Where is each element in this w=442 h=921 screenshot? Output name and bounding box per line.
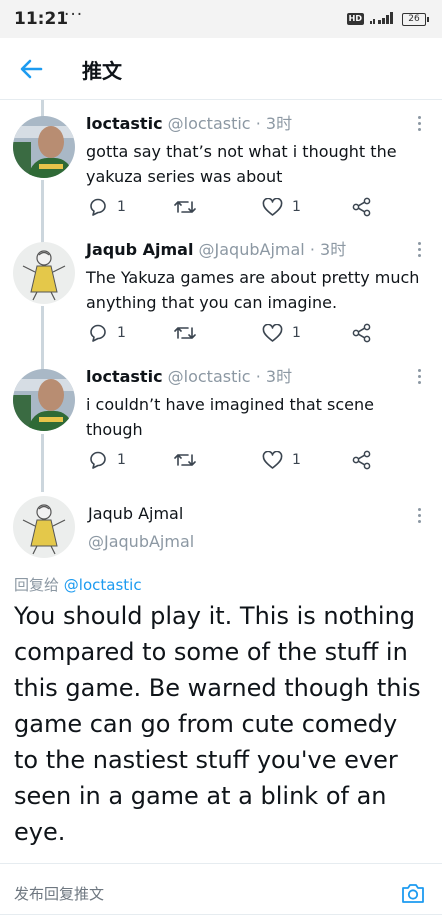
author-handle: @loctastic bbox=[167, 367, 251, 386]
share-button[interactable] bbox=[352, 322, 372, 344]
tweet-actions: 1 1 bbox=[86, 322, 386, 344]
status-time: 11:21 bbox=[14, 9, 69, 29]
thread-tweet[interactable]: loctastic @loctastic · 3时 gotta say that… bbox=[0, 114, 442, 224]
more-options-button[interactable] bbox=[416, 242, 424, 260]
heart-icon bbox=[262, 323, 283, 342]
retweet-icon bbox=[174, 327, 196, 339]
author-name[interactable]: Jaqub Ajmal bbox=[86, 240, 193, 259]
avatar-loctastic[interactable] bbox=[13, 116, 75, 178]
more-vertical-icon bbox=[416, 242, 424, 257]
author-name[interactable]: loctastic bbox=[86, 367, 163, 386]
reply-count: 1 bbox=[117, 199, 126, 215]
replying-to-prefix: 回复给 bbox=[14, 576, 60, 594]
tweet-actions: 1 1 bbox=[86, 449, 386, 471]
status-more-dots: ··· bbox=[64, 5, 84, 25]
separator-dot: · bbox=[309, 240, 315, 259]
mention-link[interactable]: @loctastic bbox=[64, 576, 142, 594]
battery-icon: 26 bbox=[402, 12, 429, 26]
signal-icon bbox=[370, 11, 396, 27]
reply-count: 1 bbox=[117, 325, 126, 341]
tweet-text: The Yakuza games are about pretty much a… bbox=[86, 268, 420, 312]
top-app-bar: 推文 bbox=[0, 38, 442, 100]
hd-icon: HD bbox=[346, 13, 364, 25]
divider bbox=[0, 914, 442, 915]
reply-button[interactable]: 1 bbox=[88, 322, 126, 344]
more-vertical-icon bbox=[416, 508, 424, 523]
share-icon bbox=[352, 197, 371, 217]
tweet-text: i couldn’t have imagined that scene thou… bbox=[86, 395, 374, 439]
author-handle: @loctastic bbox=[167, 114, 251, 133]
like-button[interactable]: 1 bbox=[262, 449, 301, 471]
more-vertical-icon bbox=[416, 116, 424, 131]
reply-composer-bar: 发布回复推文 bbox=[0, 863, 442, 921]
reply-icon bbox=[90, 324, 106, 342]
share-icon bbox=[352, 450, 371, 470]
profile-photo-icon bbox=[13, 242, 75, 304]
author-name[interactable]: loctastic bbox=[86, 114, 163, 133]
retweet-icon bbox=[174, 201, 196, 213]
thread-tweet[interactable]: loctastic @loctastic · 3时 i couldn’t hav… bbox=[0, 367, 442, 479]
profile-photo-icon bbox=[13, 496, 75, 558]
status-bar: 11:21 ··· HD 26 bbox=[0, 0, 442, 38]
like-count: 1 bbox=[292, 325, 301, 341]
retweet-button[interactable] bbox=[174, 322, 196, 344]
profile-photo-icon bbox=[13, 369, 75, 431]
back-button[interactable] bbox=[16, 54, 46, 84]
heart-icon bbox=[262, 197, 283, 216]
author-handle: @JaqubAjmal bbox=[88, 532, 195, 551]
like-button[interactable]: 1 bbox=[262, 196, 301, 218]
separator-dot: · bbox=[255, 367, 261, 386]
avatar-jaqubajmal[interactable] bbox=[13, 242, 75, 304]
reply-input[interactable]: 发布回复推文 bbox=[14, 883, 104, 904]
like-count: 1 bbox=[292, 452, 301, 468]
avatar-loctastic[interactable] bbox=[13, 369, 75, 431]
author-handle: @JaqubAjmal bbox=[198, 240, 305, 259]
tweet-time: 3时 bbox=[320, 240, 347, 259]
replying-to-label: 回复给 @loctastic bbox=[14, 574, 142, 595]
camera-icon bbox=[402, 884, 424, 903]
retweet-icon bbox=[174, 454, 196, 466]
more-options-button[interactable] bbox=[416, 508, 424, 526]
reply-button[interactable]: 1 bbox=[88, 196, 126, 218]
thread-tweet[interactable]: Jaqub Ajmal @JaqubAjmal · 3时 The Yakuza … bbox=[0, 240, 442, 352]
tweet-text: gotta say that’s not what i thought the … bbox=[86, 142, 397, 186]
reply-icon bbox=[90, 198, 106, 216]
arrow-left-icon bbox=[20, 59, 43, 79]
camera-button[interactable] bbox=[400, 881, 426, 905]
tweet-actions: 1 1 bbox=[86, 196, 386, 218]
avatar-jaqubajmal[interactable] bbox=[13, 496, 75, 558]
share-icon bbox=[352, 323, 371, 343]
retweet-button[interactable] bbox=[174, 196, 196, 218]
separator-dot: · bbox=[255, 114, 261, 133]
page-title: 推文 bbox=[82, 59, 122, 83]
share-button[interactable] bbox=[352, 449, 372, 471]
reply-button[interactable]: 1 bbox=[88, 449, 126, 471]
tweet-text: You should play it. This is nothing comp… bbox=[14, 602, 421, 846]
more-options-button[interactable] bbox=[416, 116, 424, 134]
tweet-time: 3时 bbox=[265, 114, 293, 133]
tweet-time: 3时 bbox=[265, 367, 293, 386]
reply-icon bbox=[90, 451, 106, 469]
more-vertical-icon bbox=[416, 369, 424, 384]
retweet-button[interactable] bbox=[174, 449, 196, 471]
like-button[interactable]: 1 bbox=[262, 322, 301, 344]
status-icons: HD 26 bbox=[346, 11, 429, 27]
heart-icon bbox=[262, 450, 283, 469]
share-button[interactable] bbox=[352, 196, 372, 218]
profile-photo-icon bbox=[13, 116, 75, 178]
reply-count: 1 bbox=[117, 452, 126, 468]
more-options-button[interactable] bbox=[416, 369, 424, 387]
like-count: 1 bbox=[292, 199, 301, 215]
author-name[interactable]: Jaqub Ajmal bbox=[88, 504, 183, 523]
